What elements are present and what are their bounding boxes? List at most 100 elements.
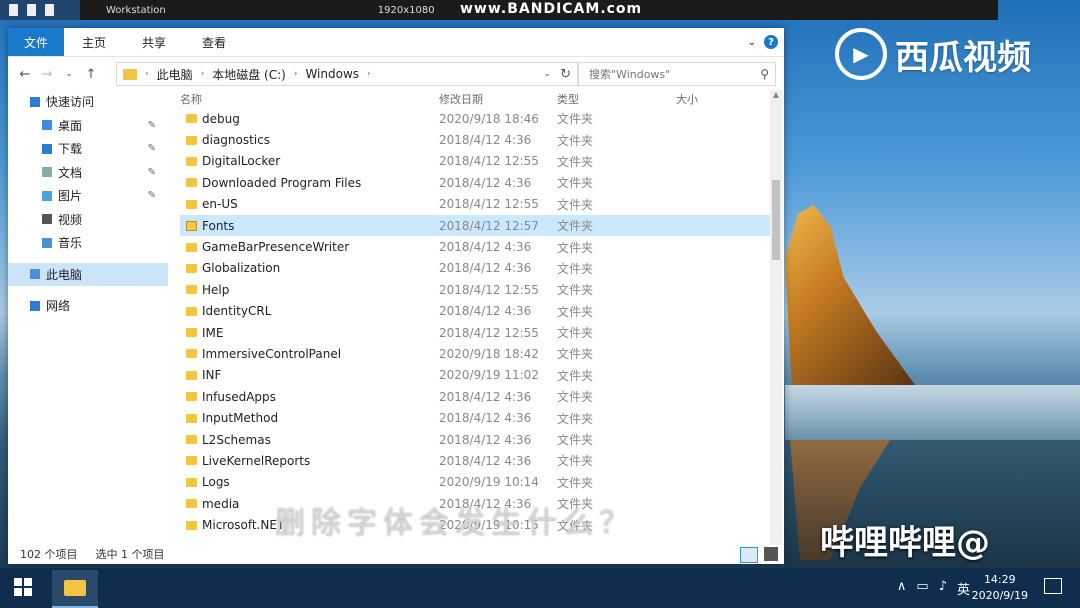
file-type: 文件夹: [557, 261, 594, 276]
scroll-thumb[interactable]: [772, 180, 780, 260]
file-type: 文件夹: [557, 347, 594, 362]
folder-icon: [186, 413, 197, 423]
column-size[interactable]: 大小: [676, 91, 698, 107]
sidebar-item-0[interactable]: 快速访问: [8, 90, 168, 114]
back-icon[interactable]: ←: [14, 67, 36, 82]
folder-icon: [186, 156, 197, 166]
file-date: 2018/4/12 12:55: [439, 325, 539, 340]
forward-icon[interactable]: →: [36, 67, 58, 82]
table-row[interactable]: diagnostics 2018/4/12 4:36 文件夹: [180, 129, 770, 150]
star-icon: [30, 96, 40, 107]
video-icon: [42, 214, 52, 225]
file-type: 文件夹: [557, 219, 594, 234]
sidebar-item-label: 视频: [58, 212, 83, 227]
tray-expand-icon[interactable]: ∧: [897, 579, 907, 598]
xigua-logo: ▶ 西瓜视频: [835, 28, 1031, 80]
taskbar-file-explorer[interactable]: [52, 570, 98, 608]
folder-icon: [186, 392, 197, 402]
xigua-logo-text: 西瓜视频: [895, 37, 1031, 78]
table-row[interactable]: Downloaded Program Files 2018/4/12 4:36 文件…: [180, 172, 770, 193]
item-count: 102 个项目: [20, 548, 78, 561]
refresh-icon[interactable]: ↻: [560, 67, 571, 82]
network-icon[interactable]: ▭: [916, 579, 928, 598]
table-row[interactable]: ImmersiveControlPanel 2020/9/18 18:42 文件夹: [180, 343, 770, 364]
start-button[interactable]: [14, 578, 32, 596]
sidebar-item-8[interactable]: 网络: [8, 294, 168, 318]
file-date: 2018/4/12 4:36: [439, 261, 532, 276]
table-row[interactable]: en-US 2018/4/12 12:55 文件夹: [180, 194, 770, 215]
table-row[interactable]: IME 2018/4/12 12:55 文件夹: [180, 322, 770, 343]
picture-icon: [42, 190, 52, 201]
address-dropdown-icon[interactable]: ⌄: [543, 69, 551, 79]
table-row[interactable]: DigitalLocker 2018/4/12 12:55 文件夹: [180, 151, 770, 172]
tab-file[interactable]: 文件: [8, 28, 64, 56]
navigation-pane: 快速访问 桌面 ✎ 下载 ✎ 文档 ✎ 图片 ✎ 视频 音乐 此电脑 网络: [8, 90, 168, 545]
recorder-tab[interactable]: Workstation: [100, 5, 172, 16]
network-icon: [30, 300, 40, 311]
sidebar-item-6[interactable]: 音乐: [8, 231, 168, 255]
desktop-top-icons: [0, 0, 80, 20]
table-row[interactable]: LiveKernelReports 2018/4/12 4:36 文件夹: [180, 450, 770, 471]
table-row[interactable]: InfusedApps 2018/4/12 4:36 文件夹: [180, 386, 770, 407]
desktop-icon: [42, 120, 52, 131]
sidebar-item-7[interactable]: 此电脑: [8, 262, 168, 286]
play-icon: ▶: [835, 28, 887, 80]
ime-indicator[interactable]: 英: [957, 579, 970, 598]
column-type[interactable]: 类型: [557, 91, 579, 107]
file-date: 2018/4/12 4:36: [439, 175, 532, 190]
sidebar-item-5[interactable]: 视频: [8, 208, 168, 232]
table-row[interactable]: IdentityCRL 2018/4/12 4:36 文件夹: [180, 301, 770, 322]
tab-view[interactable]: 查看: [184, 28, 244, 56]
table-row[interactable]: L2Schemas 2018/4/12 4:36 文件夹: [180, 429, 770, 450]
table-row[interactable]: GameBarPresenceWriter 2018/4/12 4:36 文件夹: [180, 236, 770, 257]
sidebar-item-label: 音乐: [58, 236, 83, 251]
sidebar-item-2[interactable]: 下载 ✎: [8, 137, 168, 161]
breadcrumb-c-drive[interactable]: 本地磁盘 (C:): [212, 66, 286, 83]
large-icons-view-icon[interactable]: [764, 547, 778, 561]
table-row[interactable]: InputMethod 2018/4/12 4:36 文件夹: [180, 407, 770, 428]
sidebar-item-label: 桌面: [58, 118, 83, 133]
recorder-resolution: 1920x1080: [377, 4, 435, 16]
recent-dropdown-icon[interactable]: ⌄: [58, 69, 80, 79]
breadcrumb-this-pc[interactable]: 此电脑: [157, 66, 193, 83]
table-row[interactable]: Fonts 2018/4/12 12:57 文件夹: [180, 214, 770, 237]
file-name: Microsoft.NET: [202, 518, 285, 533]
search-input[interactable]: [587, 66, 751, 82]
computer-icon: [30, 269, 40, 280]
ribbon-expand-icon[interactable]: ⌄: [748, 37, 756, 48]
tab-home[interactable]: 主页: [64, 28, 124, 56]
vertical-scrollbar[interactable]: ▲: [770, 90, 782, 545]
search-box[interactable]: ⚲: [578, 62, 776, 86]
address-bar[interactable]: › 此电脑 › 本地磁盘 (C:) › Windows › ⌄ ↻: [116, 62, 578, 86]
folder-icon: [186, 306, 197, 316]
file-name: InfusedApps: [202, 389, 276, 404]
table-row[interactable]: INF 2020/9/19 11:02 文件夹: [180, 365, 770, 386]
tab-share[interactable]: 共享: [124, 28, 184, 56]
music-icon: [42, 237, 52, 248]
details-view-icon[interactable]: [740, 547, 758, 563]
notification-icon[interactable]: [1044, 578, 1062, 594]
sidebar-item-3[interactable]: 文档 ✎: [8, 161, 168, 185]
table-row[interactable]: debug 2020/9/18 18:46 文件夹: [180, 108, 770, 129]
scroll-up-icon[interactable]: ▲: [770, 90, 782, 104]
sidebar-item-4[interactable]: 图片 ✎: [8, 184, 168, 208]
sidebar-item-1[interactable]: 桌面 ✎: [8, 114, 168, 138]
up-icon[interactable]: ↑: [80, 67, 102, 82]
clock[interactable]: 14:29 2020/9/19: [972, 572, 1028, 604]
file-date: 2020/9/19 11:02: [439, 368, 539, 383]
column-date[interactable]: 修改日期: [439, 91, 483, 107]
file-date: 2020/9/18 18:42: [439, 346, 539, 361]
table-row[interactable]: Logs 2020/9/19 10:14 文件夹: [180, 472, 770, 493]
volume-icon[interactable]: ♪: [939, 579, 947, 598]
breadcrumb-windows[interactable]: Windows: [305, 67, 359, 81]
file-name: LiveKernelReports: [202, 453, 311, 468]
column-name[interactable]: 名称: [180, 91, 202, 107]
folder-icon: [186, 499, 197, 509]
search-icon[interactable]: ⚲: [760, 67, 769, 81]
file-type: 文件夹: [557, 133, 594, 148]
help-icon[interactable]: ?: [764, 35, 778, 49]
table-row[interactable]: Help 2018/4/12 12:55 文件夹: [180, 279, 770, 300]
pin-icon: ✎: [147, 143, 156, 155]
table-row[interactable]: Globalization 2018/4/12 4:36 文件夹: [180, 258, 770, 279]
folder-icon: [186, 242, 197, 252]
